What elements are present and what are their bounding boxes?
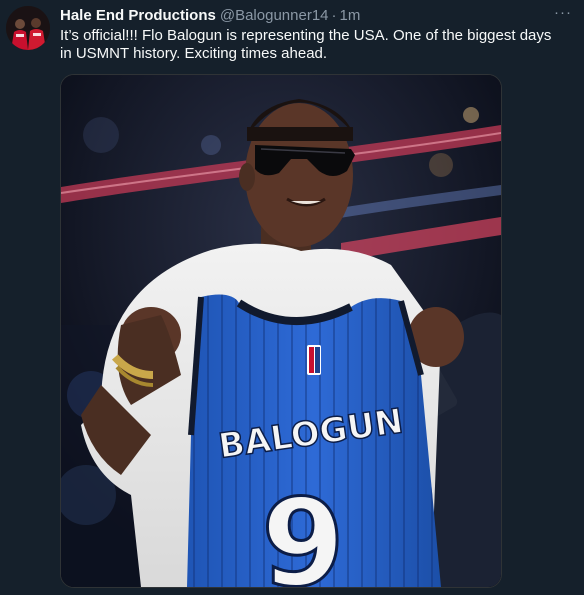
tweet-header: Hale End Productions @Balogunner14 · 1m <box>60 7 544 27</box>
avatar-photo-icon <box>6 6 50 50</box>
tweet[interactable]: Hale End Productions @Balogunner14 · 1m ···… <box>0 0 584 595</box>
separator-dot: · <box>331 7 337 24</box>
jersey-number-text: 9 <box>261 475 345 587</box>
avatar[interactable] <box>6 6 50 50</box>
player-jersey-photo-icon: BALOGUN 9 <box>61 75 501 587</box>
tweet-text: It’s official!!! Flo Balogun is represen… <box>60 27 552 62</box>
author-handle[interactable]: @Balogunner14 <box>220 7 329 24</box>
more-options-icon[interactable]: ··· <box>552 4 574 26</box>
tweet-timestamp[interactable]: 1m <box>340 7 361 24</box>
author-display-name[interactable]: Hale End Productions <box>60 7 216 24</box>
tweet-media-image[interactable]: BALOGUN 9 <box>60 74 502 588</box>
